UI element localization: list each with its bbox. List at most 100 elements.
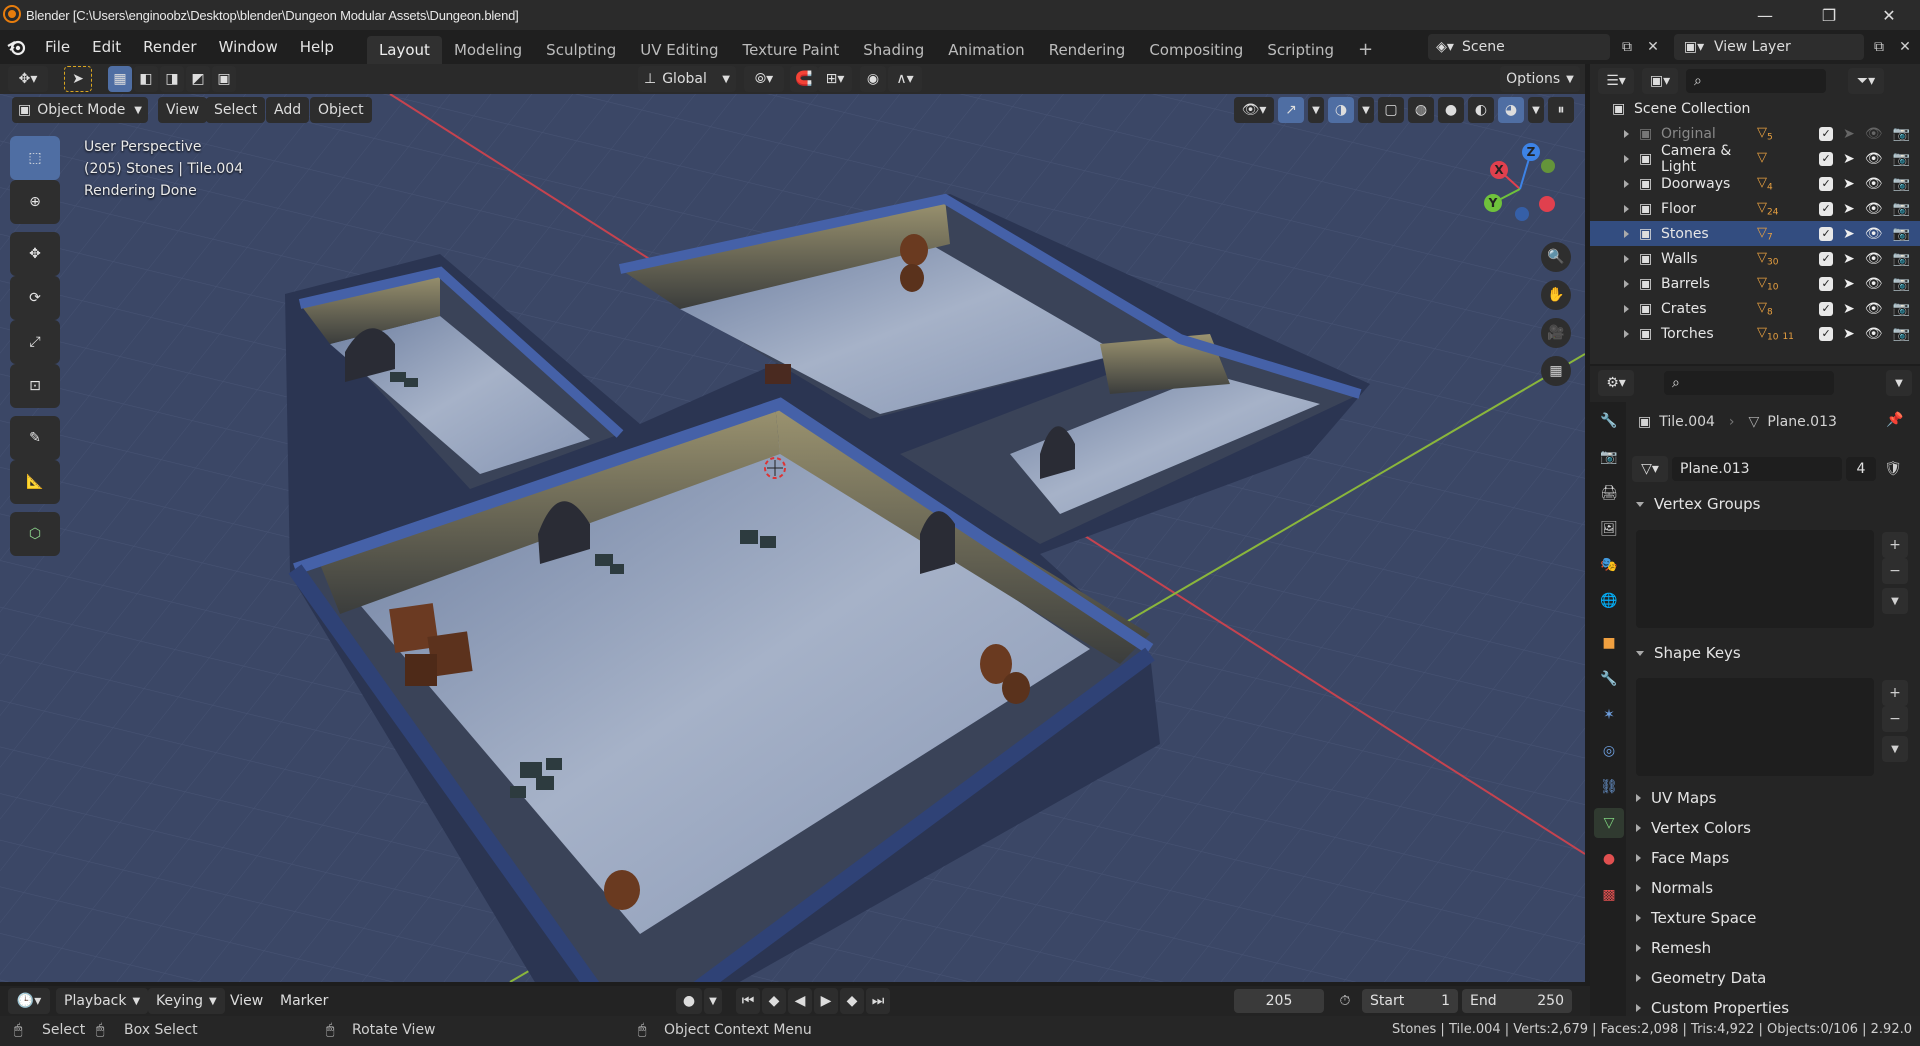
camera-render-icon[interactable]: 📷 [1893,326,1910,342]
world-tab-icon[interactable]: 🌐 [1594,586,1624,616]
exclude-checkbox[interactable]: ✓ [1819,276,1834,291]
play-reverse-icon[interactable]: ◀ [788,988,812,1014]
fake-user-shield-icon[interactable]: 🛡 [1880,456,1906,482]
zoom-icon[interactable]: 🔍 [1541,242,1571,272]
constraints-tab-icon[interactable]: ⛓ [1594,772,1624,802]
pan-hand-icon[interactable]: ✋ [1541,280,1571,310]
transform-orientation-dropdown[interactable]: ⊥ Global ▼ [638,66,736,92]
exclude-checkbox[interactable]: ✓ [1819,301,1834,316]
menu-help[interactable]: Help [289,30,345,64]
users-count[interactable]: 4 [1846,457,1876,481]
add-workspace-button[interactable]: + [1346,36,1385,64]
object-menu[interactable]: Object [310,97,372,123]
selectable-arrow-icon[interactable]: ➤ [1843,201,1855,217]
chevron-down-icon[interactable]: ▼ [1528,97,1544,123]
maximize-button[interactable]: ❐ [1806,0,1852,30]
selectable-arrow-icon[interactable]: ➤ [1843,126,1855,142]
measure-tool-icon[interactable]: 📐 [10,460,60,504]
camera-render-icon[interactable]: 📷 [1893,151,1910,167]
add-cube-tool-icon[interactable]: ⬡ [10,512,60,556]
proportional-edit-icon[interactable]: ◉ [860,66,886,92]
tab-texture-paint[interactable]: Texture Paint [730,36,851,64]
outliner-collection-row[interactable]: ▣ Barrels ▽10 ✓ ➤ 👁 📷 [1590,271,1920,296]
tab-rendering[interactable]: Rendering [1037,36,1138,64]
expand-arrow-icon[interactable] [1624,329,1629,338]
scene-tab-icon[interactable]: 🎭 [1594,550,1624,580]
eye-icon[interactable]: 👁 [1865,276,1883,292]
rendered-shading-icon[interactable]: ◕ [1498,97,1524,123]
mesh-name-field[interactable]: Plane.013 [1672,457,1842,481]
data-tab-icon[interactable]: ▽ [1594,808,1624,838]
select-subtract-icon[interactable]: ◨ [160,66,184,92]
tool-tab-icon[interactable]: 🔧 [1594,406,1624,436]
expand-arrow-icon[interactable] [1624,129,1629,138]
outliner-collection-row[interactable]: ▣ Walls ▽30 ✓ ➤ 👁 📷 [1590,246,1920,271]
xray-toggle-icon[interactable]: ▢ [1378,97,1404,123]
prev-keyframe-icon[interactable]: ◆ [762,988,786,1014]
collapsed-panel-header[interactable]: Face Maps [1630,844,1915,872]
shape-keys-list[interactable] [1636,678,1874,776]
play-icon[interactable]: ▶ [814,988,838,1014]
gizmo-y[interactable]: Y [1484,194,1502,212]
pivot-point-icon[interactable]: ⦾▾ [744,66,784,92]
falloff-icon[interactable]: ∧▾ [888,66,922,92]
camera-render-icon[interactable]: 📷 [1893,251,1910,267]
tab-shading[interactable]: Shading [851,36,936,64]
exclude-checkbox[interactable]: ✓ [1819,251,1834,266]
select-extend-icon[interactable]: ◧ [134,66,158,92]
scene-selector[interactable]: ◈▾ Scene [1428,34,1610,60]
output-tab-icon[interactable]: 🖨 [1594,478,1624,508]
selectable-arrow-icon[interactable]: ➤ [1843,276,1855,292]
eye-icon[interactable]: 👁 [1865,201,1883,217]
eye-icon[interactable]: 👁 [1865,301,1883,317]
modifier-tab-icon[interactable]: 🔧 [1594,664,1624,694]
expand-arrow-icon[interactable] [1624,154,1629,163]
eye-icon[interactable]: 👁 [1865,126,1883,142]
selectable-arrow-icon[interactable]: ➤ [1843,176,1855,192]
pin-icon[interactable]: 📌 [1886,412,1903,428]
rotate-tool-icon[interactable]: ⟳ [10,276,60,320]
gizmo-x[interactable]: X [1490,161,1508,179]
view-layer-tab-icon[interactable]: 🖼 [1594,514,1624,544]
camera-render-icon[interactable]: 📷 [1893,176,1910,192]
menu-window[interactable]: Window [208,30,289,64]
visibility-icon[interactable]: 👁▾ [1234,97,1274,123]
select-invert-icon[interactable]: ◩ [186,66,210,92]
stopwatch-icon[interactable]: ⏱ [1332,988,1358,1014]
display-mode-icon[interactable]: ▣▾ [1642,68,1678,94]
current-frame-field[interactable]: 205 [1234,989,1324,1013]
exclude-checkbox[interactable]: ✓ [1819,126,1834,141]
mode-dropdown[interactable]: ▣ Object Mode ▼ [12,97,148,123]
camera-render-icon[interactable]: 📷 [1893,276,1910,292]
vertex-groups-panel-header[interactable]: Vertex Groups [1630,490,1915,518]
material-shading-icon[interactable]: ◐ [1468,97,1494,123]
record-icon[interactable]: ● [676,988,702,1014]
properties-editor-icon[interactable]: ⚙▾ [1598,370,1634,396]
properties-search-input[interactable]: ⌕ [1664,371,1834,395]
outliner-collection-row[interactable]: ▣ Floor ▽24 ✓ ➤ 👁 📷 [1590,196,1920,221]
marker-menu[interactable]: Marker [272,988,336,1014]
particles-tab-icon[interactable]: ✶ [1594,700,1624,730]
exclude-checkbox[interactable]: ✓ [1819,201,1834,216]
next-keyframe-icon[interactable]: ◆ [840,988,864,1014]
collapsed-panel-header[interactable]: UV Maps [1630,784,1915,812]
blender-menu-icon[interactable] [0,30,34,64]
exclude-checkbox[interactable]: ✓ [1819,326,1834,341]
tab-compositing[interactable]: Compositing [1137,36,1255,64]
tab-scripting[interactable]: Scripting [1255,36,1346,64]
minimize-button[interactable]: — [1742,0,1788,30]
select-intersect-icon[interactable]: ▣ [212,66,236,92]
expand-arrow-icon[interactable] [1624,279,1629,288]
cursor-tool-icon[interactable]: ⊕ [10,180,60,224]
shape-keys-panel-header[interactable]: Shape Keys [1630,639,1915,667]
outliner-collection-row[interactable]: ▣ Crates ▽8 ✓ ➤ 👁 📷 [1590,296,1920,321]
select-box-tool-icon[interactable]: ⬚ [10,136,60,180]
editor-type-icon[interactable]: ✥▾ [8,66,48,92]
collapsed-panel-header[interactable]: Vertex Colors [1630,814,1915,842]
chevron-down-icon[interactable]: ▼ [1882,736,1908,762]
gizmo-z[interactable]: Z [1522,143,1540,161]
remove-shape-key-icon[interactable]: − [1882,706,1908,732]
menu-render[interactable]: Render [132,30,207,64]
chevron-down-icon[interactable]: ▼ [1882,588,1908,614]
tab-layout[interactable]: Layout [366,36,442,64]
